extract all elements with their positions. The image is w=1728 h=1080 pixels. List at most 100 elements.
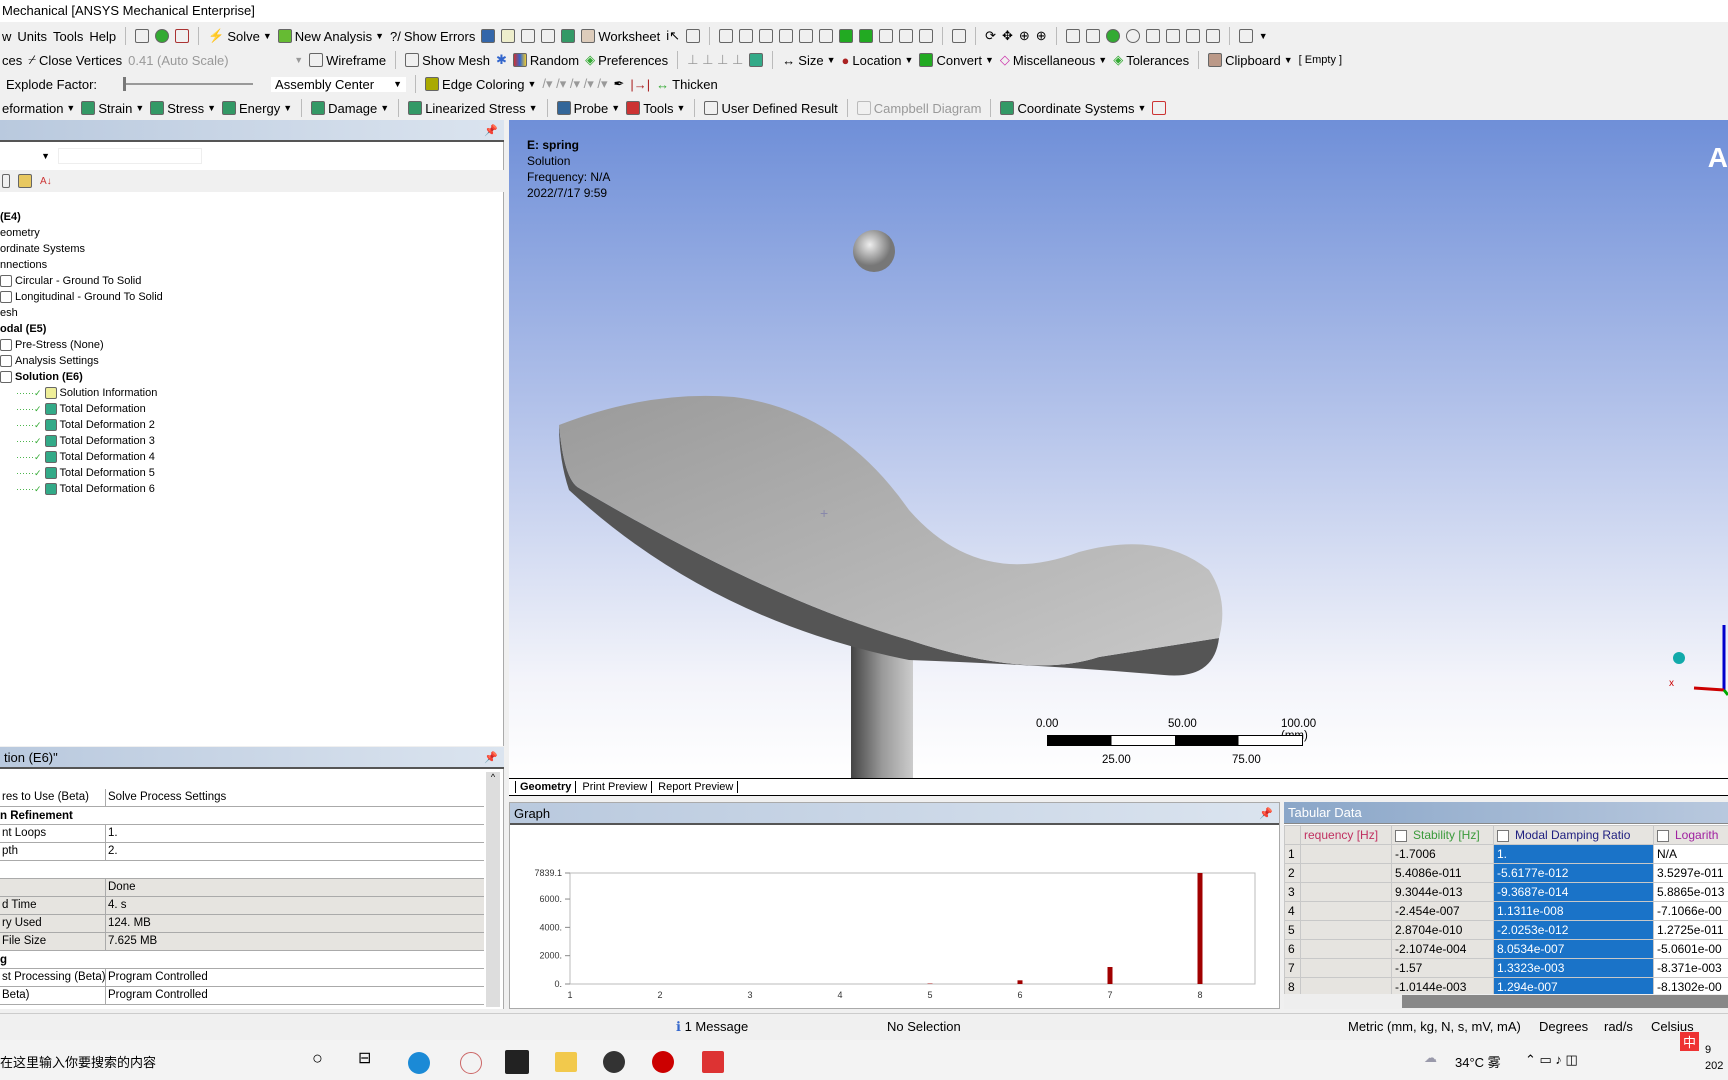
table-cell[interactable]: -5.6177e-012 — [1493, 863, 1654, 883]
tree-item[interactable]: Analysis Settings — [0, 353, 500, 369]
details-row[interactable]: nt Loops 1. — [0, 825, 484, 843]
weather-status[interactable]: 34°C 雾 — [1455, 1052, 1501, 1071]
table-cell[interactable]: -1.57 — [1391, 958, 1494, 978]
details-category[interactable]: n Refinement — [0, 807, 484, 825]
table-cell[interactable]: -2.454e-007 — [1391, 901, 1494, 921]
table-cell[interactable]: 3 — [1284, 882, 1301, 902]
zoom-to-fit-icon[interactable] — [1085, 29, 1100, 43]
app-icon[interactable] — [460, 1052, 482, 1074]
table-cell[interactable]: 5 — [1284, 920, 1301, 940]
tree-item[interactable]: ······✓ Total Deformation 6 — [0, 481, 500, 497]
details-row[interactable]: pth 2. — [0, 843, 484, 861]
table-cell[interactable]: -5.0601e-00 — [1653, 939, 1728, 959]
random-button[interactable]: Random — [512, 53, 579, 68]
table-cell[interactable]: 2 — [1284, 863, 1301, 883]
bar[interactable] — [1107, 967, 1113, 984]
table-row[interactable]: 5 2.8704e-010 -2.0253e-012 1.2725e-011 — [1284, 920, 1728, 940]
clock[interactable]: 9 202 — [1705, 1042, 1723, 1074]
thicken-button[interactable]: ↔ Thicken — [656, 77, 718, 92]
deformation-menu[interactable]: eformation ▼ — [2, 101, 75, 116]
table-cell[interactable]: N/A — [1653, 844, 1728, 864]
bar[interactable] — [1197, 873, 1203, 984]
explode-factor-slider[interactable] — [123, 77, 254, 91]
tab-report-preview[interactable]: Report Preview — [654, 781, 739, 793]
table-cell[interactable]: 7 — [1284, 958, 1301, 978]
explode-icon[interactable]: ✱ — [496, 52, 507, 68]
show-mesh-button[interactable]: Show Mesh — [405, 53, 490, 68]
tree-item[interactable]: ······✓ Total Deformation 4 — [0, 449, 500, 465]
new-analysis-button[interactable]: New Analysis ▼ — [277, 29, 384, 44]
pin-icon[interactable]: 📌 — [484, 751, 498, 764]
select-icon[interactable] — [719, 29, 734, 43]
table-cell[interactable]: 1.2725e-011 — [1653, 920, 1728, 940]
table-cell[interactable] — [1300, 844, 1392, 864]
user-defined-result-button[interactable]: User Defined Result — [704, 101, 838, 116]
table-row[interactable]: 1 -1.7006 1. N/A — [1284, 844, 1728, 864]
collapse-icon[interactable] — [2, 174, 10, 188]
details-row[interactable]: ry Used 124. MB — [0, 915, 484, 933]
column-header[interactable]: requency [Hz] — [1300, 825, 1392, 845]
table-cell[interactable]: 1 — [1284, 844, 1301, 864]
tree-item[interactable]: odal (E5) — [0, 321, 500, 337]
units-status[interactable]: Metric (mm, kg, N, s, mV, mA) — [1348, 1019, 1521, 1034]
checkbox[interactable] — [1657, 829, 1669, 842]
tree-item[interactable]: Longitudinal - Ground To Solid — [0, 289, 500, 305]
annotation-preferences-icon[interactable] — [749, 53, 764, 67]
linearized-stress-menu[interactable]: Linearized Stress ▼ — [408, 101, 538, 116]
details-category[interactable]: g — [0, 951, 484, 969]
messages-status[interactable]: ℹ 1 Message — [676, 1019, 748, 1035]
sort-icon[interactable]: A↓ — [40, 176, 52, 187]
table-cell[interactable]: -9.3687e-014 — [1493, 882, 1654, 902]
pointer-icon[interactable] — [779, 29, 794, 43]
box-zoom-icon[interactable]: ⊕ — [1036, 28, 1047, 44]
coordinate-systems-menu[interactable]: Coordinate Systems ▼ — [1000, 101, 1146, 116]
system-tray-icons[interactable]: ⌃ ▭ ♪ ◫ — [1525, 1052, 1578, 1068]
edge-display-icons[interactable]: /▾ /▾ /▾ /▾ /▾ — [542, 76, 607, 92]
annotation-icon[interactable] — [481, 29, 496, 43]
image-icon[interactable] — [521, 29, 536, 43]
damage-menu[interactable]: Damage ▼ — [311, 101, 389, 116]
table-cell[interactable] — [1300, 901, 1392, 921]
info-icon[interactable]: i↖ — [666, 28, 680, 44]
node-select-icon[interactable] — [879, 29, 894, 43]
checkbox[interactable] — [1395, 829, 1407, 842]
table-cell[interactable]: 5.4086e-011 — [1391, 863, 1494, 883]
ime-indicator[interactable]: 中 — [1680, 1032, 1700, 1051]
scrollbar-thumb[interactable] — [1402, 995, 1728, 1008]
table-row[interactable]: 6 -2.1074e-004 8.0534e-007 -5.0601e-00 — [1284, 939, 1728, 959]
angle-units-status[interactable]: Degrees — [1539, 1019, 1588, 1034]
app-icon[interactable] — [603, 1051, 625, 1073]
thick-edge-icon[interactable]: ✒ — [614, 76, 625, 92]
worksheet-button[interactable]: Worksheet — [581, 29, 660, 44]
tree-item[interactable]: Solution (E6) — [0, 369, 500, 385]
look-at-icon[interactable] — [1165, 29, 1180, 43]
file-explorer-icon[interactable] — [555, 1052, 577, 1072]
table-cell[interactable]: -2.1074e-004 — [1391, 939, 1494, 959]
wps-icon[interactable] — [702, 1051, 724, 1073]
taskbar-search[interactable]: 在这里输入你要搜索的内容 — [0, 1052, 156, 1071]
strain-menu[interactable]: Strain ▼ — [81, 101, 144, 116]
zoom-icon[interactable]: ⊕ — [1019, 28, 1030, 44]
menu-view[interactable]: w — [2, 29, 11, 44]
connect-icon[interactable] — [175, 29, 190, 43]
checkbox[interactable] — [1497, 829, 1509, 842]
table-cell[interactable]: 8.0534e-007 — [1493, 939, 1654, 959]
hide-icon[interactable] — [1185, 29, 1200, 43]
table-row[interactable]: 2 5.4086e-011 -5.6177e-012 3.5297e-011 — [1284, 863, 1728, 883]
tab-geometry[interactable]: Geometry — [515, 781, 577, 793]
pan-icon[interactable]: ✥ — [1002, 28, 1013, 44]
tree-item[interactable]: ······✓ Total Deformation — [0, 401, 500, 417]
next-view-icon[interactable] — [1125, 29, 1140, 43]
energy-menu[interactable]: Energy ▼ — [222, 101, 292, 116]
vertex-select-icon[interactable] — [799, 29, 814, 43]
element-face-select-icon[interactable] — [919, 29, 934, 43]
slider-thumb[interactable] — [123, 77, 127, 91]
edge-select-icon[interactable] — [819, 29, 834, 43]
cortana-icon[interactable]: ○ — [312, 1048, 323, 1069]
tree-item[interactable]: (E4) — [0, 209, 500, 225]
table-cell[interactable] — [1300, 863, 1392, 883]
preferences-button[interactable]: ◈ Preferences — [585, 52, 668, 68]
menu-tools[interactable]: Tools — [53, 29, 83, 44]
outline-search-input[interactable] — [58, 148, 202, 164]
folder-icon[interactable] — [18, 174, 32, 188]
